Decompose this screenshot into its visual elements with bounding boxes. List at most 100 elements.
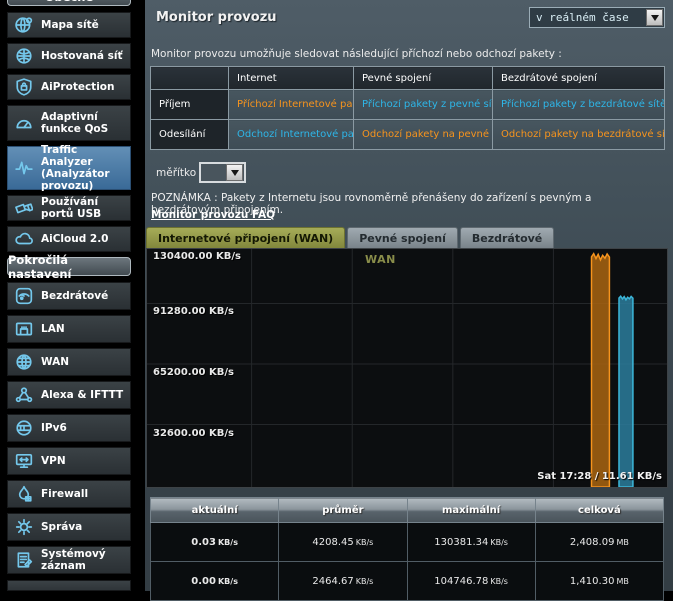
traffic-chart: 130400.00 KB/s 91280.00 KB/s 65200.00 KB…	[146, 248, 668, 488]
sidebar-item-admin[interactable]: Správa	[7, 513, 131, 541]
vpn-monitor-icon	[12, 449, 36, 473]
tab-wired[interactable]: Pevné spojení	[347, 227, 458, 248]
sidebar-item-label: AiCloud 2.0	[36, 233, 109, 245]
faq-link[interactable]: Monitor provozu FAQ	[151, 209, 275, 221]
stat-ul-total: 1,410.30MB	[535, 562, 663, 601]
sidebar-item-label: Systémový záznam	[36, 548, 126, 572]
tab-wan[interactable]: Internetové připojení (WAN)	[146, 227, 345, 248]
sidebar-section-general[interactable]: Obecné	[7, 0, 131, 6]
sidebar-item-label: Používání portů USB	[36, 196, 126, 220]
chart-tabs: Internetové připojení (WAN) Pevné spojen…	[146, 227, 554, 248]
sidebar-item-label: Alexa & IFTTT	[36, 389, 123, 401]
intro-text: Monitor provozu umožňuje sledovat násled…	[151, 48, 562, 60]
row-label-tx: Odesílání	[151, 120, 229, 150]
network-map-icon	[12, 13, 36, 37]
sidebar-item-wireless[interactable]: Bezdrátové	[7, 282, 131, 310]
link-rx-wireless[interactable]: Příchozí pakety z bezdrátové sítě	[493, 90, 665, 120]
sidebar-item-firewall[interactable]: Firewall	[7, 480, 131, 508]
stat-ul-maximum: 104746.78KB/s	[407, 562, 535, 601]
link-rx-wired[interactable]: Příchozí pakety z pevné sítě	[354, 90, 493, 120]
wireless-icon	[12, 284, 36, 308]
wan-globe-icon	[12, 350, 36, 374]
shield-lock-icon	[12, 75, 36, 99]
chart-series-title: WAN	[365, 253, 396, 266]
stat-dl-average: 4208.45KB/s	[279, 523, 407, 562]
section-advanced-label: Pokročilá nastavení	[8, 253, 130, 281]
admin-gear-icon	[12, 515, 36, 539]
sidebar-section-advanced[interactable]: Pokročilá nastavení	[7, 257, 131, 276]
stat-ul-average: 2464.67KB/s	[279, 562, 407, 601]
sidebar-item-label: LAN	[36, 323, 65, 335]
sidebar-item-label: Traffic Analyzer (Analyzátor provozu)	[36, 144, 126, 192]
guest-network-icon	[12, 44, 36, 68]
sidebar-item-label: Správa	[36, 521, 82, 533]
sidebar-item-usb[interactable]: Používání portů USB	[7, 195, 131, 221]
sidebar-item-label: Hostovaná síť	[36, 50, 123, 62]
lan-port-icon	[12, 317, 36, 341]
main-panel: Monitor provozu v reálném čase Monitor p…	[145, 0, 673, 591]
sidebar-item-aicloud[interactable]: AiCloud 2.0	[7, 226, 131, 252]
y-tick-91280: 91280.00 KB/s	[153, 306, 234, 317]
sidebar-item-qos[interactable]: Adaptivní funkce QoS	[7, 105, 131, 141]
stat-dl-total: 2,408.09MB	[535, 523, 663, 562]
page-title: Monitor provozu	[156, 10, 277, 25]
sidebar-item-guest-network[interactable]: Hostovaná síť	[7, 43, 131, 69]
sidebar-item-lan[interactable]: LAN	[7, 315, 131, 343]
col-header-wireless: Bezdrátové spojení	[493, 67, 665, 90]
stat-dl-maximum: 130381.34KB/s	[407, 523, 535, 562]
sidebar-item-ipv6[interactable]: IPv6	[7, 414, 131, 442]
col-header-wired: Pevné spojení	[354, 67, 493, 90]
cloud-icon	[12, 227, 36, 251]
sidebar-item-label: Firewall	[36, 488, 88, 500]
sidebar-item-vpn[interactable]: VPN	[7, 447, 131, 475]
chart-time-status: Sat 17:28 / 11.61 KB/s	[537, 471, 662, 482]
sidebar-item-alexa-ifttt[interactable]: Alexa & IFTTT	[7, 381, 131, 409]
stats-header-current: aktuální	[151, 498, 279, 523]
timeframe-select[interactable]: v reálném čase	[529, 7, 665, 28]
sidebar-item-wan[interactable]: WAN	[7, 348, 131, 376]
usb-icon	[12, 196, 36, 220]
stats-header-total: celková	[535, 498, 663, 523]
stat-ul-current: 0.00KB/s	[151, 562, 279, 601]
scale-select[interactable]	[199, 162, 246, 183]
upload-spike	[619, 296, 633, 487]
sidebar-item-network-map[interactable]: Mapa sítě	[7, 12, 131, 38]
ipv6-globe-icon	[12, 416, 36, 440]
stats-header-average: průměr	[279, 498, 407, 523]
sidebar-item-partial[interactable]	[7, 580, 131, 591]
traffic-stats-table: aktuální průměr maximální celková 0.03KB…	[150, 497, 664, 601]
sidebar-item-label: AiProtection	[36, 81, 115, 93]
timeframe-select-value: v reálném čase	[530, 11, 646, 24]
chevron-down-icon	[646, 9, 663, 26]
col-header-internet: Internet	[229, 67, 354, 90]
traffic-wave-icon	[12, 156, 36, 180]
link-rx-internet[interactable]: Příchozí Internetové pakety	[229, 90, 354, 120]
system-log-icon	[12, 548, 36, 572]
y-tick-32600: 32600.00 KB/s	[153, 428, 234, 439]
sidebar-item-aiprotection[interactable]: AiProtection	[7, 74, 131, 100]
link-tx-internet[interactable]: Odchozí Internetové pakety	[229, 120, 354, 150]
sidebar-item-label: Mapa sítě	[36, 19, 99, 31]
sidebar-item-traffic-analyzer[interactable]: Traffic Analyzer (Analyzátor provozu)	[7, 146, 131, 190]
tab-wireless[interactable]: Bezdrátové	[460, 227, 554, 248]
y-tick-65200: 65200.00 KB/s	[153, 367, 234, 378]
sidebar-item-label: WAN	[36, 356, 69, 368]
firewall-flame-icon	[12, 482, 36, 506]
row-label-rx: Příjem	[151, 90, 229, 120]
scale-label: měřítko	[156, 167, 196, 179]
sidebar-item-label: Bezdrátové	[36, 290, 108, 302]
stats-header-maximum: maximální	[407, 498, 535, 523]
corner-cell	[151, 67, 229, 90]
link-tx-wired[interactable]: Odchozí pakety na pevné sítě	[354, 120, 493, 150]
sidebar: Obecné Mapa sítě Hostovaná síť AiProtect…	[0, 0, 145, 591]
stat-dl-current: 0.03KB/s	[151, 523, 279, 562]
packet-type-table: Internet Pevné spojení Bezdrátové spojen…	[150, 66, 665, 150]
qos-gauge-icon	[12, 111, 36, 135]
y-tick-130400: 130400.00 KB/s	[153, 251, 241, 262]
sidebar-item-label: IPv6	[36, 422, 67, 434]
sidebar-item-label: Adaptivní funkce QoS	[36, 111, 126, 135]
sidebar-item-system-log[interactable]: Systémový záznam	[7, 546, 131, 574]
section-general-label: Obecné	[45, 0, 94, 4]
link-tx-wireless[interactable]: Odchozí pakety na bezdrátové sítě	[493, 120, 665, 150]
sidebar-item-label: VPN	[36, 455, 66, 467]
